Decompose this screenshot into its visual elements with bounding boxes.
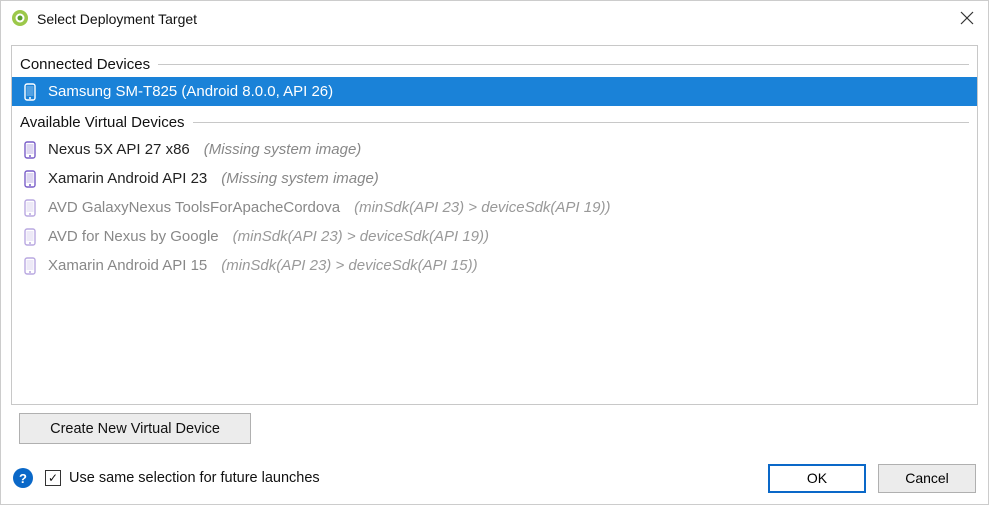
device-name: Nexus 5X API 27 x86: [48, 141, 190, 158]
device-name: AVD GalaxyNexus ToolsForApacheCordova: [48, 199, 340, 216]
phone-icon: [22, 83, 38, 101]
device-note: (Missing system image): [221, 170, 379, 187]
cancel-button[interactable]: Cancel: [878, 464, 976, 493]
device-row[interactable]: Xamarin Android API 15 (minSdk(API 23) > …: [12, 251, 977, 280]
virtual-devices-label: Available Virtual Devices: [20, 114, 185, 131]
phone-icon: [22, 170, 38, 188]
device-name: AVD for Nexus by Google: [48, 228, 219, 245]
device-row[interactable]: Nexus 5X API 27 x86 (Missing system image…: [12, 135, 977, 164]
dialog-content: Connected Devices Samsung SM-T825 (Andro…: [1, 37, 988, 452]
connected-devices-list: Samsung SM-T825 (Android 8.0.0, API 26): [12, 77, 977, 106]
device-note: (Missing system image): [204, 141, 362, 158]
device-row[interactable]: Samsung SM-T825 (Android 8.0.0, API 26): [12, 77, 977, 106]
device-name: Xamarin Android API 23: [48, 170, 207, 187]
device-row[interactable]: AVD GalaxyNexus ToolsForApacheCordova (mi…: [12, 193, 977, 222]
device-groupbox: Connected Devices Samsung SM-T825 (Andro…: [11, 45, 978, 405]
device-row[interactable]: Xamarin Android API 23 (Missing system im…: [12, 164, 977, 193]
connected-devices-header: Connected Devices: [12, 52, 977, 77]
virtual-devices-header: Available Virtual Devices: [12, 110, 977, 135]
header-divider: [193, 122, 969, 123]
virtual-devices-list: Nexus 5X API 27 x86 (Missing system image…: [12, 135, 977, 280]
help-icon[interactable]: ?: [13, 468, 33, 488]
titlebar: Select Deployment Target: [1, 1, 988, 37]
checkbox-label: Use same selection for future launches: [69, 470, 320, 486]
phone-icon: [22, 199, 38, 217]
connected-devices-label: Connected Devices: [20, 56, 150, 73]
checkbox-mark: ✓: [45, 470, 61, 486]
ok-button[interactable]: OK: [768, 464, 866, 493]
window-title: Select Deployment Target: [37, 11, 940, 27]
use-same-selection-checkbox[interactable]: ✓ Use same selection for future launches: [45, 470, 320, 486]
device-note: (minSdk(API 23) > deviceSdk(API 19)): [233, 228, 489, 245]
device-name: Samsung SM-T825 (Android 8.0.0, API 26): [48, 83, 333, 100]
device-name: Xamarin Android API 15: [48, 257, 207, 274]
android-studio-icon: [11, 9, 29, 30]
phone-icon: [22, 141, 38, 159]
close-button[interactable]: [940, 11, 980, 28]
header-divider: [158, 64, 969, 65]
phone-icon: [22, 257, 38, 275]
create-new-virtual-device-button[interactable]: Create New Virtual Device: [19, 413, 251, 444]
device-row[interactable]: AVD for Nexus by Google (minSdk(API 23) >…: [12, 222, 977, 251]
device-note: (minSdk(API 23) > deviceSdk(API 15)): [221, 257, 477, 274]
phone-icon: [22, 228, 38, 246]
close-icon: [960, 11, 974, 25]
button-strip: ? ✓ Use same selection for future launch…: [1, 452, 988, 504]
device-note: (minSdk(API 23) > deviceSdk(API 19)): [354, 199, 610, 216]
